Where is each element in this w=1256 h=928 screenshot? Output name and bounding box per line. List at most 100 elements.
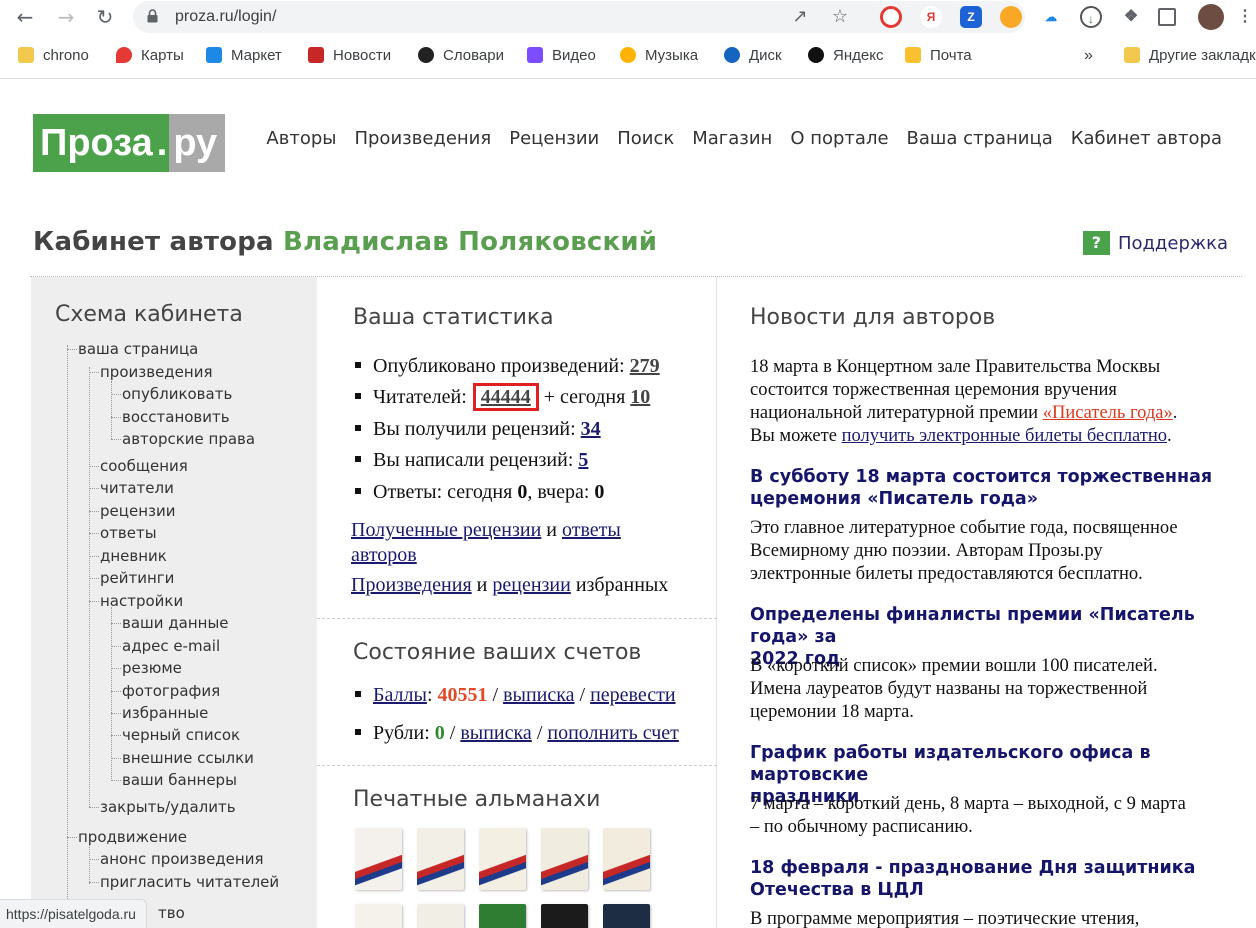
scheme-publish[interactable]: опубликовать (122, 385, 232, 403)
scheme-announce[interactable]: анонс произведения (100, 850, 263, 868)
scheme-your-data[interactable]: ваши данные (122, 614, 229, 632)
scheme-partial-item[interactable]: тво (158, 899, 185, 927)
bookmark-video[interactable]: Видео (527, 46, 596, 66)
writer-of-year-link[interactable]: «Писатель года» (1043, 403, 1173, 423)
bookmark-mail[interactable]: Почта (905, 46, 972, 66)
almanac-cover[interactable] (603, 904, 650, 928)
stat-label: Читателей: (373, 386, 472, 408)
puzzle-extensions-icon[interactable]: ❖ (1120, 6, 1142, 28)
scheme-diary[interactable]: дневник (100, 547, 167, 565)
nav-search[interactable]: Поиск (617, 128, 674, 149)
published-count-link[interactable]: 279 (630, 355, 660, 377)
menu-dots-icon[interactable]: ⋮ (1234, 6, 1256, 28)
bookmark-maps[interactable]: Карты (116, 46, 184, 66)
profile-avatar[interactable] (1198, 4, 1224, 30)
author-name[interactable]: Владислав Поляковский (283, 227, 657, 257)
almanac-cover[interactable] (541, 828, 588, 890)
answers-link[interactable]: ответы (562, 519, 621, 541)
headline-line: Отечества в ЦДЛ (750, 880, 924, 900)
yandex-extension-icon[interactable]: Я (920, 6, 942, 28)
download-extension-icon[interactable]: ↓ (1080, 6, 1102, 28)
support-link[interactable]: ? Поддержка (1083, 231, 1228, 255)
wrote-reviews-link[interactable]: 5 (578, 449, 588, 471)
z-extension-icon[interactable]: Z (960, 6, 982, 28)
scheme-your-page[interactable]: ваша страница (78, 340, 198, 358)
bookmark-dictionaries[interactable]: Словари (418, 46, 504, 66)
almanac-cover[interactable] (479, 828, 526, 890)
scheme-banners[interactable]: ваши баннеры (122, 771, 237, 789)
tree-branch (89, 533, 99, 534)
other-bookmarks[interactable]: Другие закладки (1124, 46, 1256, 66)
scheme-restore[interactable]: восстановить (122, 408, 230, 426)
readers-today-link[interactable]: 10 (630, 386, 650, 408)
got-reviews-link[interactable]: 34 (581, 418, 601, 440)
scheme-resume[interactable]: резюме (122, 659, 182, 677)
bookmark-disk[interactable]: Диск (724, 46, 782, 66)
nav-reviews[interactable]: Рецензии (509, 128, 599, 149)
news-headline[interactable]: В субботу 18 марта состоится торжественн… (750, 466, 1230, 510)
more-bookmarks-chevron-icon[interactable]: » (1084, 46, 1093, 66)
target-extension-icon[interactable] (880, 6, 902, 28)
authors-link[interactable]: авторов (351, 544, 417, 566)
favorite-reviews-link[interactable]: рецензии (492, 574, 570, 596)
scheme-favorites[interactable]: избранные (122, 704, 208, 722)
nav-your-page[interactable]: Ваша страница (907, 128, 1053, 149)
bookmark-music[interactable]: Музыка (620, 46, 698, 66)
tree-branch (89, 601, 99, 602)
side-panel-icon[interactable] (1158, 8, 1176, 26)
almanac-cover[interactable] (355, 904, 402, 928)
scheme-blacklist[interactable]: черный список (122, 726, 240, 744)
free-tickets-link[interactable]: получить электронные билеты бесплатно (842, 426, 1167, 446)
received-reviews-link[interactable]: Полученные рецензии (351, 519, 541, 541)
bookmark-chrono[interactable]: chrono (18, 46, 89, 66)
almanac-cover[interactable] (355, 828, 402, 890)
rubles-statement-link[interactable]: выписка (460, 722, 531, 744)
scheme-email[interactable]: адрес e-mail (122, 637, 220, 655)
star-bookmark-icon[interactable]: ☆ (829, 6, 851, 28)
site-logo[interactable]: Проза.ру (33, 114, 225, 172)
scheme-copyright[interactable]: авторские права (122, 430, 255, 448)
almanac-cover[interactable] (417, 828, 464, 890)
nav-about[interactable]: О портале (790, 128, 888, 149)
scheme-messages[interactable]: сообщения (100, 457, 188, 475)
scheme-reviews[interactable]: рецензии (100, 502, 175, 520)
scheme-photo[interactable]: фотография (122, 682, 220, 700)
tree-line (89, 844, 90, 884)
bookmark-market[interactable]: Маркет (206, 46, 282, 66)
points-transfer-link[interactable]: перевести (590, 684, 675, 706)
almanac-cover[interactable] (479, 904, 526, 928)
almanac-cover[interactable] (417, 904, 464, 928)
nav-shop[interactable]: Магазин (692, 128, 772, 149)
scheme-works[interactable]: произведения (100, 363, 212, 381)
forward-arrow-icon[interactable]: → (53, 4, 79, 30)
news-text: В программе мероприятия – поэтические чт… (750, 908, 1230, 928)
scheme-external-links[interactable]: внешние ссылки (122, 749, 254, 767)
scheme-invite-readers[interactable]: пригласить читателей (100, 873, 279, 891)
back-arrow-icon[interactable]: ← (12, 4, 38, 30)
orange-extension-icon[interactable] (1000, 6, 1022, 28)
reload-icon[interactable]: ↻ (92, 4, 118, 30)
favorite-works-link[interactable]: Произведения (351, 574, 472, 596)
almanac-cover[interactable] (541, 904, 588, 928)
scheme-close-delete[interactable]: закрыть/удалить (100, 798, 236, 816)
nav-works[interactable]: Произведения (354, 128, 491, 149)
nav-cabinet[interactable]: Кабинет автора (1071, 128, 1222, 149)
readers-count-link[interactable]: 44444 (473, 383, 539, 411)
news-headline[interactable]: 18 февраля - празднование Дня защитникаО… (750, 857, 1230, 901)
almanac-cover[interactable] (603, 828, 650, 890)
scheme-answers[interactable]: ответы (100, 524, 157, 542)
nav-authors[interactable]: Авторы (266, 128, 336, 149)
scheme-ratings[interactable]: рейтинги (100, 569, 174, 587)
stat-label: + сегодня (539, 386, 630, 408)
points-link[interactable]: Баллы (373, 684, 427, 706)
cloud-extension-icon[interactable]: ☁ (1040, 6, 1062, 28)
mail-icon (905, 47, 921, 63)
scheme-settings[interactable]: настройки (100, 592, 183, 610)
share-icon[interactable]: ↗ (789, 6, 811, 28)
scheme-readers[interactable]: читатели (100, 479, 174, 497)
scheme-promotion[interactable]: продвижение (78, 828, 187, 846)
top-up-link[interactable]: пополнить счет (547, 722, 679, 744)
points-statement-link[interactable]: выписка (503, 684, 574, 706)
bookmark-yandex[interactable]: Яндекс (808, 46, 883, 66)
bookmark-news[interactable]: Новости (308, 46, 391, 66)
